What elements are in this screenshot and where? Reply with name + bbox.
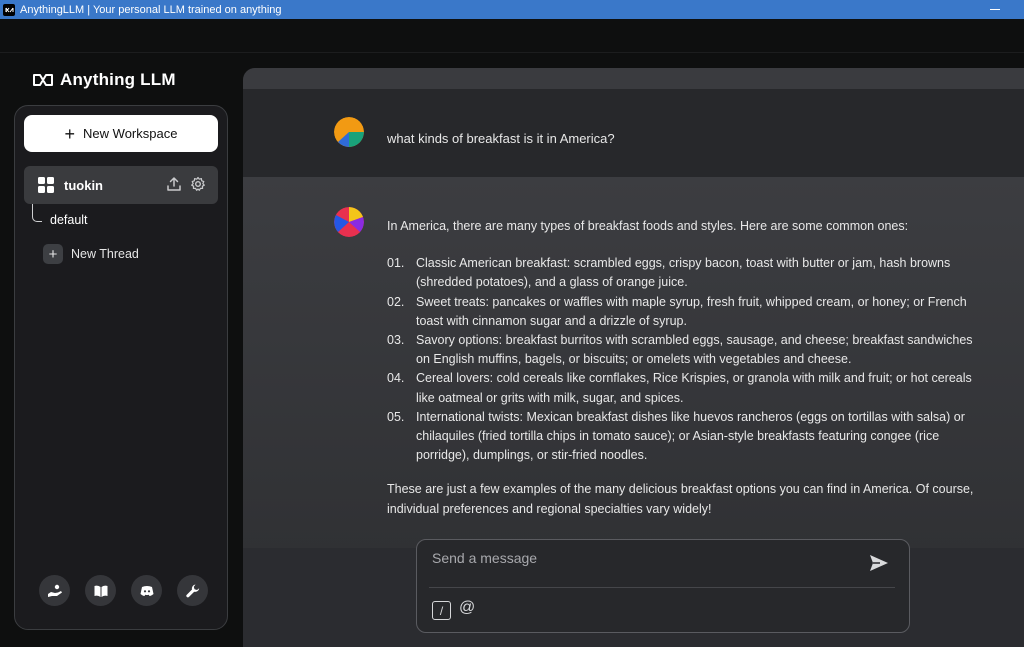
assistant-intro: In America, there are many types of brea… [387,219,909,233]
list-item: 03. Savory options: breakfast burritos wi… [387,331,987,369]
send-icon [870,555,888,571]
hand-coin-icon[interactable] [39,575,70,606]
user-avatar-icon [334,117,364,147]
upload-icon[interactable] [166,176,182,192]
workspace-item-tuokin[interactable]: tuokin [24,166,218,204]
plus-icon: + [43,244,63,264]
user-message-text: what kinds of breakfast is it in America… [387,131,615,146]
book-icon[interactable] [85,575,116,606]
list-item: 05. International twists: Mexican breakfa… [387,408,987,466]
thread-connector [32,204,42,222]
wrench-icon[interactable] [177,575,208,606]
slash-command-button[interactable]: / [432,601,451,620]
brand-logo: Anything LLM [32,70,176,90]
list-text: Classic American breakfast: scrambled eg… [416,256,951,290]
minimize-button[interactable] [988,2,1002,16]
logo-text: Anything LLM [60,70,176,89]
new-workspace-label: New Workspace [83,126,178,141]
breakfast-list: 01. Classic American breakfast: scrambled… [387,254,987,465]
discord-icon[interactable] [131,575,162,606]
assistant-avatar-icon [334,207,364,237]
assistant-outro: These are just a few examples of the man… [387,482,974,516]
list-number: 04. [387,371,405,386]
window-titlebar: AnythingLLM | Your personal LLM trained … [0,0,1024,19]
send-button[interactable] [869,553,889,578]
sidebar: + New Workspace tuokin default + New Thr… [14,105,228,630]
list-text: Savory options: breakfast burritos with … [416,333,973,367]
list-item: 04. Cereal lovers: cold cereals like corn… [387,369,987,407]
composer-divider [429,587,895,588]
at-mention-button[interactable]: @ [459,599,475,617]
message-input[interactable]: Send a message [432,550,537,566]
list-text: International twists: Mexican breakfast … [416,409,965,463]
chat-header [243,68,1024,89]
list-text: Cereal lovers: cold cereals like cornfla… [416,371,972,405]
workspace-actions [166,176,206,192]
list-item: 02. Sweet treats: pancakes or waffles wit… [387,293,987,331]
plus-icon: + [64,123,76,144]
gear-icon[interactable] [190,176,206,192]
window-title: AnythingLLM | Your personal LLM trained … [20,3,282,16]
list-number: 05. [387,409,405,424]
list-number: 01. [387,256,405,271]
anythingllm-logo-icon [3,3,15,16]
list-number: 03. [387,333,405,348]
list-item: 01. Classic American breakfast: scrambled… [387,254,987,292]
message-composer: Send a message / @ [416,539,910,633]
workspace-name: tuokin [64,177,103,193]
app-root: Anything LLM + New Workspace tuokin defa… [0,19,1024,647]
list-text: Sweet treats: pancakes or waffles with m… [416,294,967,328]
workspace-grid-icon [38,177,54,193]
thread-item-default[interactable]: default [50,213,88,227]
new-thread-label: New Thread [71,247,139,261]
list-number: 02. [387,294,405,309]
assistant-message: In America, there are many types of brea… [387,217,987,519]
divider [0,52,1024,53]
user-message-row: what kinds of breakfast is it in America… [243,89,1024,177]
new-workspace-button[interactable]: + New Workspace [24,115,218,152]
sidebar-footer [39,575,208,606]
anythingllm-logo-icon [33,74,53,86]
new-thread-button[interactable]: + New Thread [43,244,139,264]
